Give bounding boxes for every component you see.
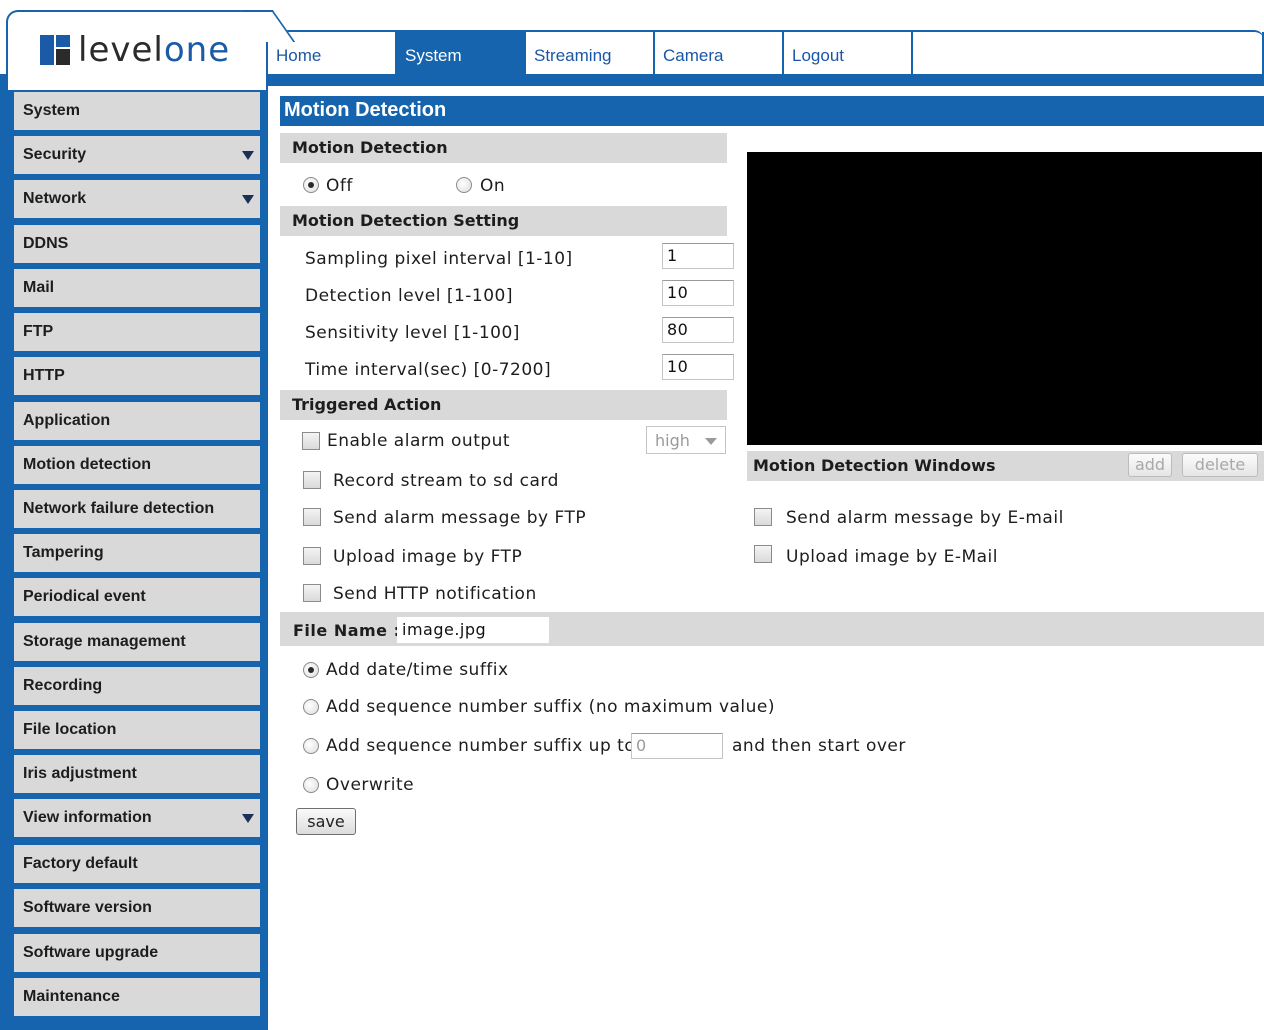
tab-streaming[interactable]: Streaming	[526, 32, 655, 74]
motion-off-label: Off	[326, 176, 353, 196]
http-notification-label: Send HTTP notification	[333, 584, 537, 604]
overwrite-radio[interactable]	[303, 777, 319, 793]
save-button[interactable]: save	[296, 808, 356, 835]
chevron-down-icon	[242, 151, 254, 160]
levelone-logo-icon	[40, 35, 70, 65]
record-sd-label: Record stream to sd card	[333, 471, 559, 491]
triggered-action-heading: Triggered Action	[280, 390, 727, 420]
logo-text: levelone	[78, 30, 231, 70]
chevron-down-icon	[705, 438, 717, 445]
sidebar: System Security Network DDNS Mail FTP HT…	[0, 86, 268, 1030]
sidebar-item-periodical-event[interactable]: Periodical event	[14, 578, 260, 616]
sidebar-item-recording[interactable]: Recording	[14, 667, 260, 705]
sidebar-item-label: Security	[23, 146, 87, 163]
sidebar-item-tampering[interactable]: Tampering	[14, 534, 260, 572]
sidebar-item-network[interactable]: Network	[14, 180, 260, 218]
chevron-down-icon	[242, 814, 254, 823]
motion-detection-setting-heading: Motion Detection Setting	[280, 206, 727, 236]
alarm-level-value: high	[655, 431, 690, 450]
time-interval-label: Time interval(sec) [0-7200]	[305, 360, 552, 380]
sensitivity-level-input[interactable]: 80	[662, 317, 734, 343]
sidebar-item-http[interactable]: HTTP	[14, 357, 260, 395]
record-sd-checkbox[interactable]	[303, 471, 321, 489]
ftp-alarm-message-checkbox[interactable]	[303, 508, 321, 526]
suffix-sequence-radio[interactable]	[303, 699, 319, 715]
suffix-upto-tail-label: and then start over	[732, 736, 906, 756]
sampling-interval-label: Sampling pixel interval [1-10]	[305, 249, 573, 269]
detection-level-input[interactable]: 10	[662, 280, 734, 306]
sidebar-item-application[interactable]: Application	[14, 402, 260, 440]
top-navigation: Home System Streaming Camera Logout	[268, 30, 1264, 76]
suffix-datetime-radio[interactable]	[303, 662, 319, 678]
ftp-alarm-message-label: Send alarm message by FTP	[333, 508, 587, 528]
tab-system[interactable]: System	[397, 32, 526, 74]
http-notification-checkbox[interactable]	[303, 584, 321, 602]
ftp-upload-image-label: Upload image by FTP	[333, 547, 523, 567]
file-name-input[interactable]: image.jpg	[397, 617, 549, 643]
sidebar-item-software-version[interactable]: Software version	[14, 889, 260, 927]
sidebar-item-storage-management[interactable]: Storage management	[14, 623, 260, 661]
page-title: Motion Detection	[280, 96, 1264, 126]
detection-level-label: Detection level [1-100]	[305, 286, 513, 306]
sidebar-item-label: Network	[23, 190, 87, 207]
sidebar-item-system[interactable]: System	[14, 92, 260, 130]
sidebar-item-file-location[interactable]: File location	[14, 711, 260, 749]
sidebar-item-mail[interactable]: Mail	[14, 269, 260, 307]
sidebar-item-software-upgrade[interactable]: Software upgrade	[14, 934, 260, 972]
sidebar-item-network-failure-detection[interactable]: Network failure detection	[14, 490, 260, 528]
email-upload-image-label: Upload image by E-Mail	[786, 547, 998, 567]
sidebar-item-factory-default[interactable]: Factory default	[14, 845, 260, 883]
sidebar-item-ddns[interactable]: DDNS	[14, 225, 260, 263]
suffix-datetime-label: Add date/time suffix	[326, 660, 509, 680]
email-alarm-message-checkbox[interactable]	[754, 508, 772, 526]
video-preview[interactable]	[747, 152, 1262, 445]
sidebar-item-maintenance[interactable]: Maintenance	[14, 978, 260, 1016]
logo-tab: levelone	[6, 10, 268, 90]
suffix-upto-radio[interactable]	[303, 738, 319, 754]
sidebar-item-motion-detection[interactable]: Motion detection	[14, 446, 260, 484]
suffix-upto-label: Add sequence number suffix up to	[326, 736, 636, 756]
motion-detection-windows-heading: Motion Detection Windows	[753, 456, 996, 475]
file-name-label: File Name :	[293, 621, 401, 640]
sampling-interval-input[interactable]: 1	[662, 243, 734, 269]
delete-window-button[interactable]: delete	[1182, 453, 1258, 477]
overwrite-label: Overwrite	[326, 775, 415, 795]
enable-alarm-output-checkbox[interactable]	[302, 432, 320, 450]
enable-alarm-output-label: Enable alarm output	[327, 431, 511, 451]
sidebar-item-view-information[interactable]: View information	[14, 799, 260, 837]
tab-logout[interactable]: Logout	[784, 32, 913, 74]
email-alarm-message-label: Send alarm message by E-mail	[786, 508, 1064, 528]
chevron-down-icon	[242, 195, 254, 204]
motion-off-radio[interactable]	[303, 177, 319, 193]
suffix-sequence-label: Add sequence number suffix (no maximum v…	[326, 697, 776, 717]
motion-detection-heading: Motion Detection	[280, 133, 727, 163]
time-interval-input[interactable]: 10	[662, 354, 734, 380]
sensitivity-level-label: Sensitivity level [1-100]	[305, 323, 520, 343]
email-upload-image-checkbox[interactable]	[754, 545, 772, 563]
levelone-logo: levelone	[40, 30, 230, 70]
sidebar-item-security[interactable]: Security	[14, 136, 260, 174]
add-window-button[interactable]: add	[1128, 453, 1172, 477]
tab-camera[interactable]: Camera	[655, 32, 784, 74]
motion-on-radio[interactable]	[456, 177, 472, 193]
sequence-max-input[interactable]: 0	[631, 733, 723, 759]
sidebar-item-iris-adjustment[interactable]: Iris adjustment	[14, 755, 260, 793]
ftp-upload-image-checkbox[interactable]	[303, 547, 321, 565]
sidebar-item-label: View information	[23, 809, 152, 826]
alarm-level-select[interactable]: high	[646, 426, 726, 454]
motion-on-label: On	[480, 176, 506, 196]
sidebar-item-ftp[interactable]: FTP	[14, 313, 260, 351]
